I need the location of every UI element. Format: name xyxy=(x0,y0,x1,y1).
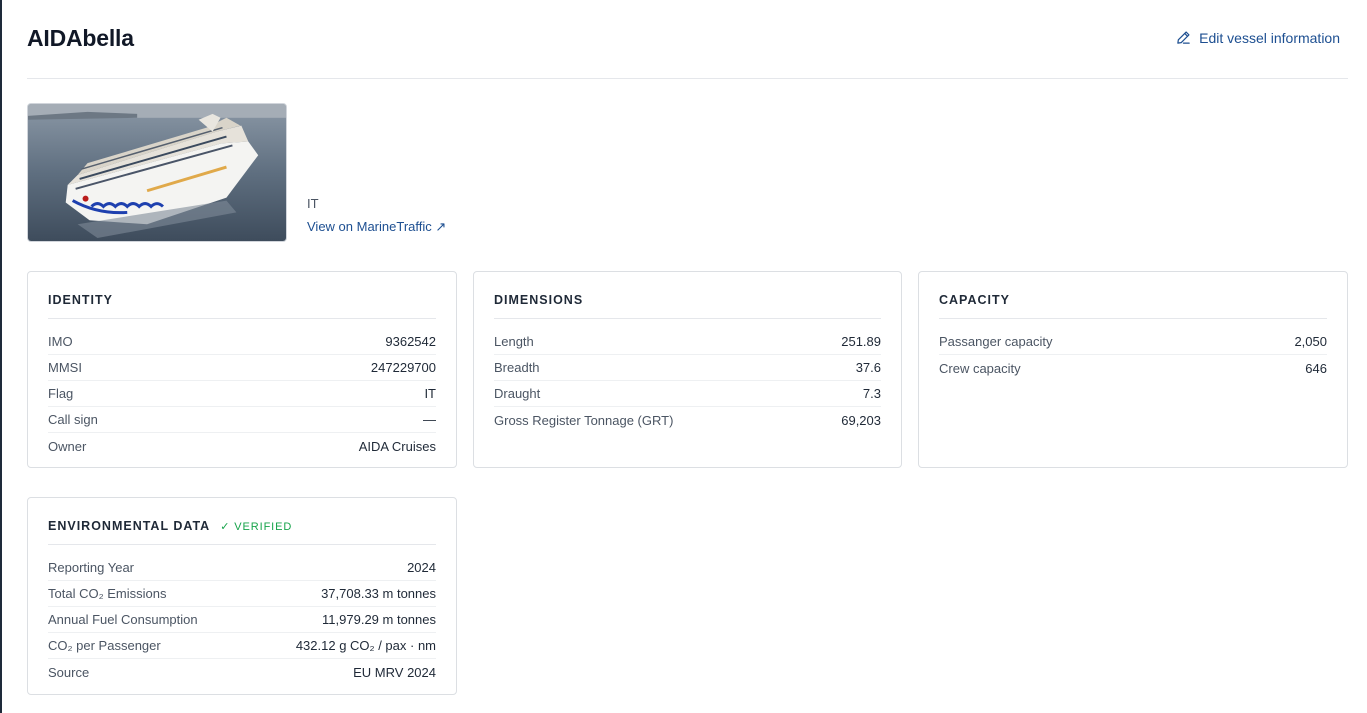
row-value: 432.12 g CO₂ / pax · nm xyxy=(295,638,436,653)
row-label: CO₂ per Passenger xyxy=(48,638,161,653)
environmental-card-header: ENVIRONMENTAL DATA ✓ VERIFIED xyxy=(48,514,436,545)
environmental-card-title: ENVIRONMENTAL DATA xyxy=(48,519,211,533)
row-label: Length xyxy=(494,334,534,349)
capacity-row-passengers: Passanger capacity 2,050 xyxy=(939,329,1327,355)
row-label: Gross Register Tonnage (GRT) xyxy=(494,412,674,428)
row-value: — xyxy=(423,412,436,427)
row-label: Owner xyxy=(48,438,87,454)
vessel-hero: IT View on MarineTraffic ↗ xyxy=(27,79,1348,247)
dimensions-rows: Length 251.89 Breadth 37.6 Draught 7.3 G… xyxy=(494,329,881,433)
environmental-card: ENVIRONMENTAL DATA ✓ VERIFIED Reporting … xyxy=(27,497,457,695)
page-title: AIDAbella xyxy=(27,24,134,51)
identity-row-flag: Flag IT xyxy=(48,381,436,407)
capacity-card-title: CAPACITY xyxy=(939,293,1010,307)
environmental-row-source: Source EU MRV 2024 xyxy=(48,659,436,685)
dimensions-card-title: DIMENSIONS xyxy=(494,293,584,307)
verified-badge: ✓ VERIFIED xyxy=(220,520,293,533)
vessel-flag-code: IT xyxy=(307,196,319,211)
row-value: 69,203 xyxy=(841,412,881,428)
identity-card-header: IDENTITY xyxy=(48,288,436,319)
dimensions-row-breadth: Breadth 37.6 xyxy=(494,355,881,381)
row-label: Draught xyxy=(494,386,541,401)
edit-vessel-button[interactable]: Edit vessel information xyxy=(1176,30,1340,46)
row-label: Breadth xyxy=(494,360,540,375)
environmental-row-fuel: Annual Fuel Consumption 11,979.29 m tonn… xyxy=(48,607,436,633)
edit-vessel-label: Edit vessel information xyxy=(1199,29,1340,46)
identity-row-call-sign: Call sign — xyxy=(48,407,436,433)
page-header: AIDAbella Edit vessel information xyxy=(27,0,1348,79)
row-value: 37.6 xyxy=(855,360,881,375)
identity-rows: IMO 9362542 MMSI 247229700 Flag IT Call … xyxy=(48,329,436,459)
identity-row-owner: Owner AIDA Cruises xyxy=(48,433,436,459)
dimensions-card-header: DIMENSIONS xyxy=(494,288,881,319)
environmental-row-co2: Total CO₂ Emissions 37,708.33 m tonnes xyxy=(48,581,436,607)
vessel-hero-meta: IT View on MarineTraffic ↗ xyxy=(307,196,446,235)
pencil-icon xyxy=(1177,31,1190,44)
capacity-row-crew: Crew capacity 646 xyxy=(939,355,1327,381)
row-label: Total CO₂ Emissions xyxy=(48,586,167,601)
identity-row-mmsi: MMSI 247229700 xyxy=(48,355,436,381)
row-value: 646 xyxy=(1305,360,1327,376)
row-value: 251.89 xyxy=(841,334,881,349)
marinetraffic-link[interactable]: View on MarineTraffic ↗ xyxy=(307,219,446,235)
row-label: Call sign xyxy=(48,412,98,427)
row-value: 2,050 xyxy=(1294,334,1327,349)
dimensions-card: DIMENSIONS Length 251.89 Breadth 37.6 Dr… xyxy=(473,271,902,468)
row-label: Reporting Year xyxy=(48,560,135,575)
identity-card: IDENTITY IMO 9362542 MMSI 247229700 Flag… xyxy=(27,271,457,468)
row-value: 11,979.29 m tonnes xyxy=(322,612,436,627)
row-label: Crew capacity xyxy=(939,360,1021,376)
row-value: AIDA Cruises xyxy=(358,438,436,454)
row-value: 37,708.33 m tonnes xyxy=(321,586,436,601)
dimensions-row-length: Length 251.89 xyxy=(494,329,881,355)
capacity-card-header: CAPACITY xyxy=(939,288,1327,319)
row-label: Passanger capacity xyxy=(939,334,1053,349)
row-value: IT xyxy=(424,386,436,401)
environmental-row-year: Reporting Year 2024 xyxy=(48,555,436,581)
row-label: Annual Fuel Consumption xyxy=(48,612,198,627)
row-label: Flag xyxy=(48,386,74,401)
capacity-card: CAPACITY Passanger capacity 2,050 Crew c… xyxy=(918,271,1348,468)
row-label: IMO xyxy=(48,334,73,349)
row-value: 7.3 xyxy=(862,386,881,401)
identity-row-imo: IMO 9362542 xyxy=(48,329,436,355)
vessel-photo xyxy=(27,103,287,242)
row-value: 2024 xyxy=(407,560,436,575)
row-label: MMSI xyxy=(48,360,82,375)
row-value: 247229700 xyxy=(370,360,436,375)
identity-card-title: IDENTITY xyxy=(48,293,113,307)
row-value: 9362542 xyxy=(385,334,436,349)
capacity-rows: Passanger capacity 2,050 Crew capacity 6… xyxy=(939,329,1327,381)
environmental-rows: Reporting Year 2024 Total CO₂ Emissions … xyxy=(48,555,436,685)
dimensions-row-draught: Draught 7.3 xyxy=(494,381,881,407)
vessel-detail-page: AIDAbella Edit vessel information IT Vie… xyxy=(27,0,1348,695)
row-value: EU MRV 2024 xyxy=(353,664,436,680)
environmental-row-co2-per-pax: CO₂ per Passenger 432.12 g CO₂ / pax · n… xyxy=(48,633,436,659)
row-label: Source xyxy=(48,664,90,680)
dimensions-row-grt: Gross Register Tonnage (GRT) 69,203 xyxy=(494,407,881,433)
